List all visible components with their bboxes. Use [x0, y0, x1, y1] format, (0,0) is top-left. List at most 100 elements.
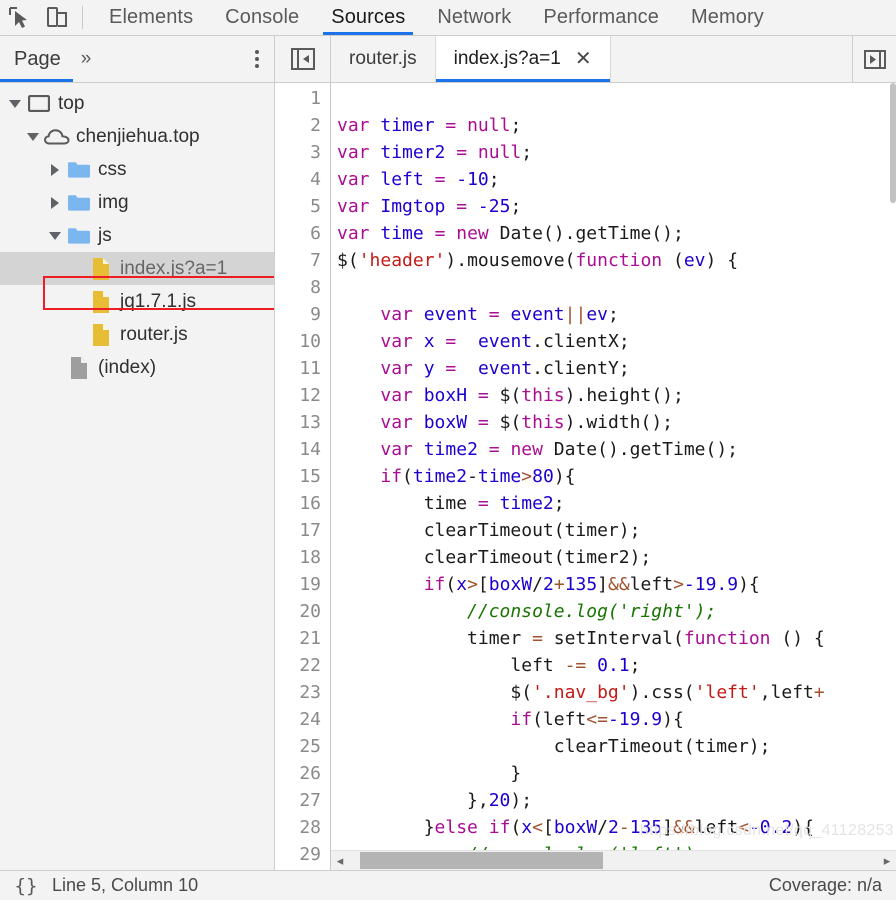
tree-item-index-document[interactable]: (index)	[0, 351, 274, 384]
code-token: ){	[792, 817, 814, 838]
code-token: ).height();	[564, 385, 684, 406]
editor-vertical-scrollbar[interactable]	[890, 83, 896, 850]
code-token: ||	[564, 304, 587, 325]
device-toolbar-icon[interactable]	[38, 0, 76, 35]
code-token: var	[380, 358, 424, 379]
code-token: Date().getTime();	[488, 223, 684, 244]
tree-item-label: (index)	[98, 357, 157, 378]
more-tabs-icon[interactable]	[852, 36, 896, 82]
code-token: boxH	[423, 385, 468, 406]
tree-item-js[interactable]: js	[0, 219, 274, 252]
code-token: this	[521, 385, 565, 406]
twisty-expanded-icon[interactable]	[22, 132, 44, 141]
code-token: $(	[337, 682, 533, 703]
scrollbar-track[interactable]	[349, 851, 878, 871]
tree-item-jq171-js[interactable]: jq1.7.1.js	[0, 285, 274, 318]
code-token: time	[337, 493, 478, 514]
panel-tab-sources[interactable]: Sources	[315, 0, 421, 35]
tree-item-index-js[interactable]: index.js?a=1	[0, 252, 274, 285]
navigator-more-options-icon[interactable]	[240, 36, 274, 82]
code-token: (	[402, 466, 413, 487]
inspect-cursor-icon[interactable]	[0, 0, 38, 35]
scroll-right-glyph: ▸	[883, 853, 891, 868]
code-content[interactable]: var timer = null; var timer2 = null; var l…	[331, 83, 896, 870]
code-line: var left = -10;	[337, 166, 896, 193]
line-number: 23	[299, 682, 321, 703]
twisty-collapsed-icon[interactable]	[44, 196, 66, 209]
navigator-tab-page[interactable]: Page	[0, 36, 73, 82]
line-number: 19	[299, 574, 321, 595]
code-token: 135	[564, 574, 598, 595]
editor-horizontal-scrollbar[interactable]: ◂ ▸	[331, 850, 896, 870]
code-token: time2	[423, 439, 478, 460]
panel-tab-label: Memory	[691, 6, 764, 28]
show-navigator-icon[interactable]	[275, 36, 331, 82]
panel-tab-performance[interactable]: Performance	[527, 0, 675, 35]
scroll-left-icon[interactable]: ◂	[331, 854, 349, 867]
code-line: var timer2 = null;	[337, 139, 896, 166]
code-line: var timer = null;	[337, 112, 896, 139]
cursor-position-label[interactable]: Line 5, Column 10	[52, 875, 198, 896]
line-number: 9	[310, 304, 321, 325]
panel-tab-network[interactable]: Network	[421, 0, 527, 35]
scroll-right-icon[interactable]: ▸	[878, 854, 896, 867]
tree-item-css[interactable]: css	[0, 153, 274, 186]
panel-tab-console[interactable]: Console	[209, 0, 315, 35]
code-token: var	[337, 115, 381, 136]
scroll-left-glyph: ◂	[336, 853, 344, 868]
panel-tab-memory[interactable]: Memory	[675, 0, 780, 35]
tree-item-chenjiehua-top[interactable]: chenjiehua.top	[0, 120, 274, 153]
code-token: =	[434, 169, 446, 190]
twisty-collapsed-icon[interactable]	[44, 163, 66, 176]
navigator-pane: Page » top chenjiehua.top css img js ind…	[0, 36, 275, 870]
code-line: if(time2-time>80){	[337, 463, 896, 490]
panel-tab-label: Network	[437, 6, 512, 28]
panel-tab-list: Elements Console Sources Network Perform…	[93, 0, 780, 35]
panel-tab-elements[interactable]: Elements	[93, 0, 209, 35]
tree-item-router-js[interactable]: router.js	[0, 318, 274, 351]
code-token: );	[510, 790, 533, 811]
code-token: var	[380, 385, 424, 406]
chevron-double-right-icon[interactable]: »	[73, 49, 100, 68]
tree-item-top[interactable]: top	[0, 87, 274, 120]
panel-tab-label: Performance	[543, 6, 659, 28]
code-token: >	[521, 466, 533, 487]
code-token: -0.2	[748, 817, 793, 838]
code-token: boxW	[488, 574, 533, 595]
editor-tab-router-js[interactable]: router.js	[331, 36, 436, 82]
code-token: x	[521, 817, 533, 838]
code-token: 0.1	[597, 655, 630, 676]
code-token: else	[434, 817, 478, 838]
editor-tab-index-js[interactable]: index.js?a=1 ✕	[435, 36, 611, 82]
tree-item-img[interactable]: img	[0, 186, 274, 219]
editor-tab-label: router.js	[349, 48, 417, 69]
twisty-expanded-icon[interactable]	[4, 99, 26, 108]
code-token: this	[521, 412, 565, 433]
line-number: 15	[299, 466, 321, 487]
twisty-expanded-icon[interactable]	[44, 231, 66, 240]
code-line: if(x>[boxW/2+135]&&left>-19.9){	[337, 571, 896, 598]
code-token: 135	[629, 817, 663, 838]
scrollbar-thumb[interactable]	[890, 83, 896, 203]
scrollbar-thumb[interactable]	[359, 851, 603, 869]
coverage-label[interactable]: Coverage: n/a	[769, 875, 882, 896]
code-editor[interactable]: 1 2 3 4 5 6 7 8 9 10 11 12 13 14 15 16 1	[275, 83, 896, 870]
code-token: time	[477, 466, 522, 487]
code-token: (	[510, 817, 522, 838]
close-icon[interactable]: ✕	[575, 49, 592, 69]
pretty-print-icon[interactable]: {}	[6, 875, 46, 897]
line-number: 17	[299, 520, 321, 541]
